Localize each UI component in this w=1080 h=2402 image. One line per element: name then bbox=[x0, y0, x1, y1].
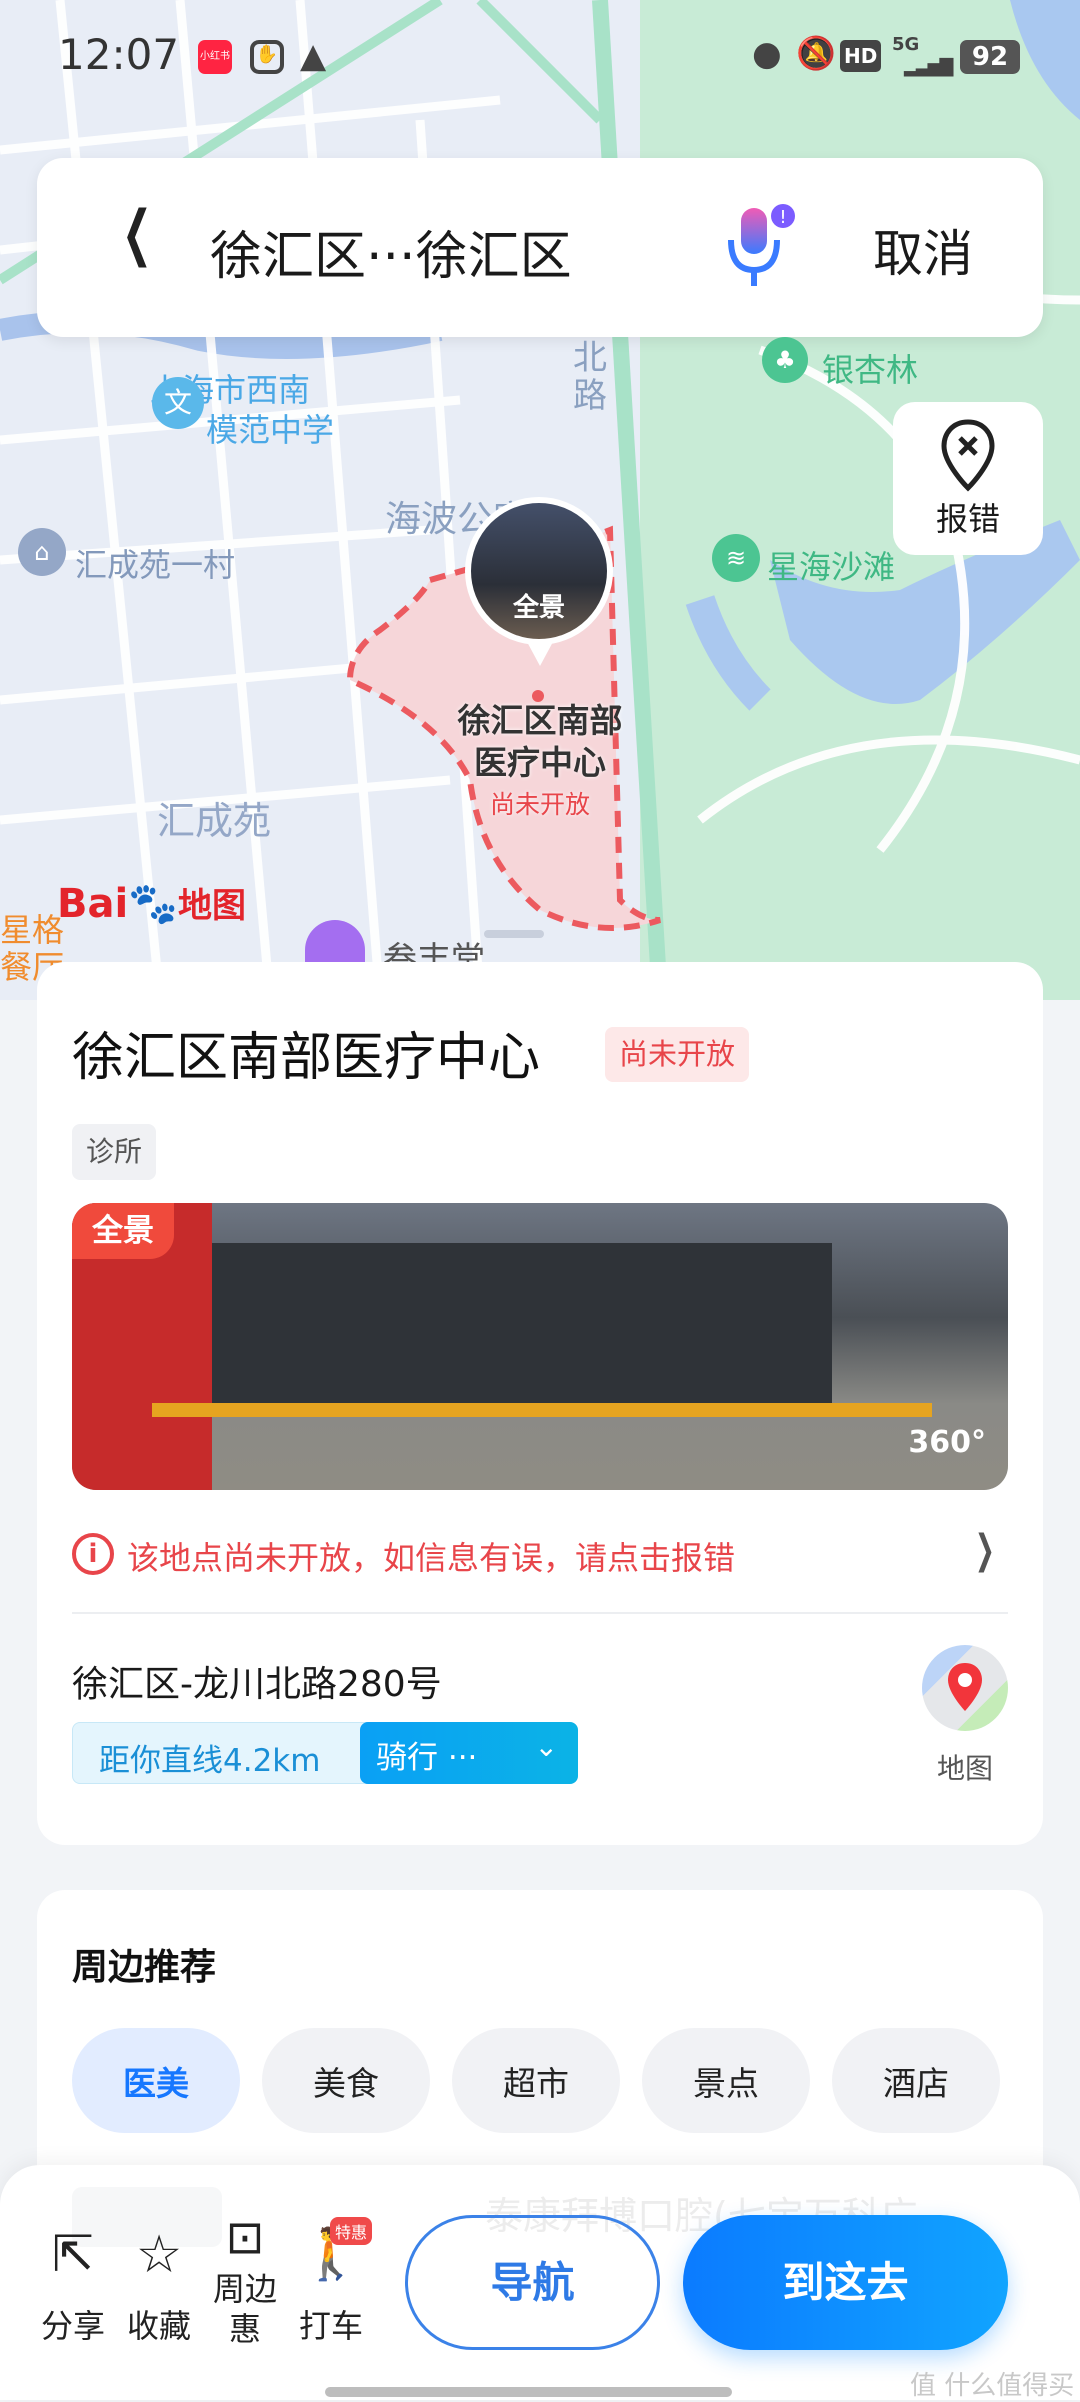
location-error-icon bbox=[941, 419, 995, 492]
hd-icon: HD bbox=[840, 40, 882, 72]
beach-icon: ≋ bbox=[712, 534, 760, 582]
divider bbox=[72, 1612, 1008, 1614]
status-bar: 12:07 小红书 ✋ ▲ ● 🔕 HD 5G ▂▃▅▇ 92 bbox=[0, 0, 1080, 115]
map-icon-button[interactable] bbox=[922, 1645, 1008, 1731]
chevron-right-icon: ❯ bbox=[975, 1527, 996, 1573]
watermark: 值 什么值得买 bbox=[910, 2371, 1075, 2401]
share-button[interactable]: ⇱ 分享 bbox=[30, 2225, 116, 2347]
pin-tail bbox=[526, 640, 554, 666]
bottom-action-bar: 泰康拜博口腔(七宝万科广… ⇱ 分享 ☆ 收藏 ⊡ 周边惠 🚶 打车 特惠 导航 到这去… bbox=[0, 2165, 1080, 2401]
360-icon: 360° bbox=[908, 1425, 986, 1460]
mute-icon: 🔕 bbox=[796, 34, 836, 72]
search-bar[interactable]: ❮ 徐汇区···徐汇区 ! 取消 bbox=[37, 158, 1043, 337]
chevron-down-icon: ⌄ bbox=[534, 1730, 558, 1763]
svg-text:!: ! bbox=[779, 207, 786, 228]
gesture-icon: ✋ bbox=[250, 40, 284, 74]
park-icon: ♣ bbox=[762, 337, 808, 383]
panorama-badge: 全景 bbox=[72, 1203, 174, 1259]
nearby-title: 周边推荐 bbox=[72, 1947, 217, 1988]
panorama-label: 全景 bbox=[512, 593, 565, 623]
chip-medical-beauty[interactable]: 医美 bbox=[72, 2028, 240, 2133]
microphone-icon[interactable]: ! bbox=[719, 198, 799, 298]
chip-supermarket[interactable]: 超市 bbox=[452, 2028, 620, 2133]
distance-chip[interactable]: 距你直线4.2km 骑行 ··· ⌄ bbox=[72, 1722, 578, 1784]
xiaohongshu-icon: 小红书 bbox=[198, 40, 232, 74]
map-label: 模范中学 bbox=[206, 411, 335, 449]
chip-attractions[interactable]: 景点 bbox=[642, 2028, 810, 2133]
map-label: 汇成苑 bbox=[157, 799, 272, 843]
warning-text: 该地点尚未开放，如信息有误，请点击报错 bbox=[127, 1539, 736, 1577]
school-icon: 文 bbox=[152, 377, 204, 429]
map-label-text: 地图 bbox=[937, 1752, 994, 1785]
favorite-button[interactable]: ☆ 收藏 bbox=[116, 2225, 202, 2347]
star-icon: ☆ bbox=[135, 2225, 183, 2285]
home-indicator[interactable] bbox=[325, 2387, 732, 2397]
navigate-button[interactable]: 导航 bbox=[405, 2215, 660, 2350]
travel-mode-label: 骑行 ··· bbox=[376, 1740, 478, 1776]
report-error-label: 报错 bbox=[935, 500, 1000, 538]
cancel-button[interactable]: 取消 bbox=[873, 214, 973, 286]
battery-icon: 92 bbox=[960, 40, 1020, 74]
drag-handle[interactable] bbox=[484, 930, 544, 938]
back-icon[interactable]: ❮ bbox=[122, 198, 152, 268]
taxi-deal-badge: 特惠 bbox=[330, 2217, 373, 2245]
map-label: 路 bbox=[573, 376, 607, 416]
map-label: 银杏林 bbox=[822, 351, 919, 389]
5g-icon: 5G bbox=[892, 34, 920, 55]
map-label: 汇成苑一村 bbox=[75, 546, 236, 584]
warning-icon: ▲ bbox=[300, 36, 327, 76]
chip-hotel[interactable]: 酒店 bbox=[832, 2028, 1000, 2133]
baidu-map-logo: Bai🐾地图 bbox=[57, 881, 247, 927]
travel-mode-dropdown[interactable]: 骑行 ··· ⌄ bbox=[360, 1722, 578, 1784]
signal-icon: ▂▃▅▇ bbox=[904, 56, 953, 77]
residence-icon: ⌂ bbox=[18, 528, 66, 576]
taxi-button[interactable]: 🚶 打车 特惠 bbox=[288, 2217, 374, 2347]
category-tag: 诊所 bbox=[72, 1124, 157, 1180]
deals-icon: ⊡ bbox=[225, 2210, 265, 2264]
map-label: 星海沙滩 bbox=[767, 548, 896, 586]
share-icon: ⇱ bbox=[52, 2225, 94, 2283]
info-icon: i bbox=[72, 1533, 114, 1575]
place-title: 徐汇区南部医疗中心 bbox=[72, 1028, 541, 1088]
search-title[interactable]: 徐汇区···徐汇区 bbox=[210, 214, 572, 289]
report-warning-row[interactable]: i 该地点尚未开放，如信息有误，请点击报错 ❯ bbox=[72, 1527, 1008, 1582]
location-pin-icon bbox=[948, 1663, 982, 1711]
place-card: 徐汇区南部医疗中心 尚未开放 诊所 全景 360° i 该地点尚未开放，如信息有… bbox=[37, 930, 1043, 1845]
location-icon: ● bbox=[752, 34, 782, 74]
address: 徐汇区-龙川北路280号 bbox=[72, 1664, 442, 1705]
clock: 12:07 bbox=[58, 30, 180, 79]
poi-label[interactable]: 徐汇区南部 医疗中心 尚未开放 bbox=[420, 700, 660, 826]
chip-food[interactable]: 美食 bbox=[262, 2028, 430, 2133]
panorama-thumbnail[interactable]: 全景 bbox=[465, 497, 613, 645]
nearby-deals-button[interactable]: ⊡ 周边惠 bbox=[202, 2205, 288, 2349]
go-here-button[interactable]: 到这去 bbox=[683, 2215, 1008, 2350]
panorama-image[interactable]: 全景 360° bbox=[72, 1203, 1008, 1490]
status-badge: 尚未开放 bbox=[605, 1027, 750, 1082]
report-error-button[interactable]: 报错 bbox=[893, 402, 1043, 555]
distance-text: 距你直线4.2km bbox=[99, 1743, 321, 1779]
